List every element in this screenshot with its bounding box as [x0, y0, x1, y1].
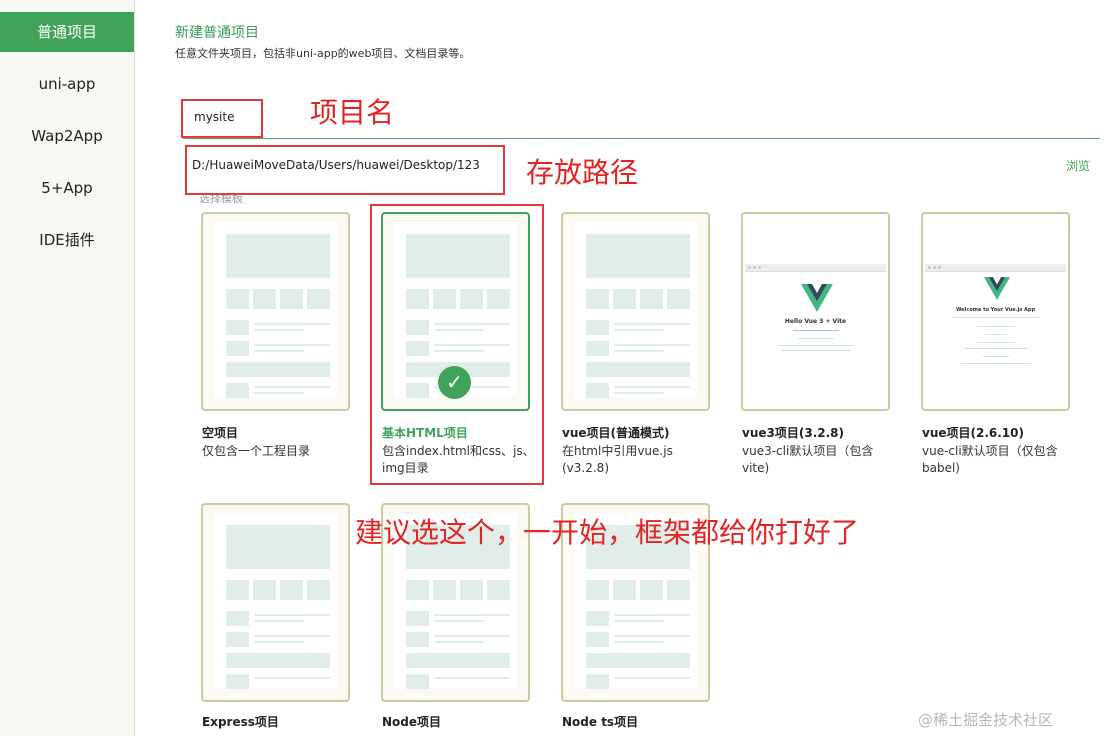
template-title: vue3项目(3.2.8)	[742, 426, 844, 440]
annotation-tip: 建议选这个，一开始，框架都给你打好了	[355, 516, 860, 549]
project-name-input[interactable]	[184, 103, 914, 131]
template-title: Node项目	[382, 715, 442, 729]
template-desc: vue-cli默认项目（仅包含babel)	[922, 444, 1058, 475]
template-desc: vue3-cli默认项目（包含vite)	[742, 444, 874, 475]
browser-bar	[745, 264, 886, 272]
watermark: @稀土掘金技术社区	[918, 711, 1054, 729]
template-preview	[214, 513, 337, 689]
sidebar-item-uni-app[interactable]: uni-app	[0, 64, 134, 104]
annotation-box-name	[181, 99, 263, 138]
template-card-express[interactable]	[201, 503, 350, 702]
annotation-path: 存放路径	[526, 156, 639, 189]
template-card-vue3[interactable]: Hello Vue 3 + Vite	[741, 212, 890, 411]
sidebar-item-wap2app[interactable]: Wap2App	[0, 116, 134, 156]
template-title: Express项目	[202, 715, 279, 729]
sidebar-item-ide-plugin[interactable]: IDE插件	[0, 220, 134, 260]
template-preview	[574, 222, 697, 398]
template-preview	[214, 222, 337, 398]
vue-logo-icon	[801, 284, 833, 312]
template-card-empty[interactable]	[201, 212, 350, 411]
sidebar-item-5plus-app[interactable]: 5+App	[0, 168, 134, 208]
page-description: 任意文件夹项目，包括非uni-app的web项目、文档目录等。	[175, 47, 471, 60]
page-title: 新建普通项目	[175, 25, 259, 41]
browse-button[interactable]: 浏览	[1066, 157, 1090, 174]
sidebar-item-normal-project[interactable]: 普通项目	[0, 12, 134, 52]
template-card-vue2[interactable]: Welcome to Your Vue.js App	[921, 212, 1070, 411]
template-title: 空项目	[202, 426, 239, 440]
template-desc: 仅包含一个工程目录	[202, 444, 311, 458]
annotation-project-name: 项目名	[310, 96, 395, 129]
template-title: Node ts项目	[562, 715, 639, 729]
vue-preview-heading: Welcome to Your Vue.js App	[955, 307, 1036, 313]
template-title: vue项目(2.6.10)	[922, 426, 1024, 440]
vue-logo-icon	[984, 277, 1010, 300]
sidebar: 普通项目 uni-app Wap2App 5+App IDE插件	[0, 0, 135, 736]
annotation-box-path	[185, 145, 505, 195]
browser-bar	[925, 264, 1066, 272]
name-underline	[183, 138, 1100, 139]
vue-preview-heading: Hello Vue 3 + Vite	[784, 318, 847, 325]
template-title: vue项目(普通模式)	[562, 426, 670, 440]
template-card-vue-normal[interactable]	[561, 212, 710, 411]
template-desc: 在html中引用vue.js (v3.2.8)	[562, 444, 673, 475]
annotation-box-selected	[370, 204, 544, 485]
